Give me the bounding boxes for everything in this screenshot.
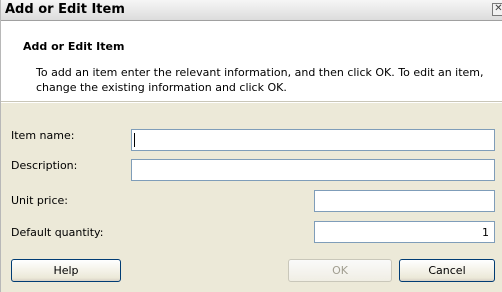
default-quantity-input[interactable] [314,221,495,243]
banner-title: Add or Edit Item [23,40,125,53]
divider [1,102,502,103]
window-title: Add or Edit Item [5,2,125,17]
close-icon[interactable]: ✕ [492,3,502,16]
item-name-label: Item name: [11,129,75,142]
item-name-input[interactable] [131,129,495,151]
banner-description: To add an item enter the relevant inform… [36,66,484,94]
add-edit-item-dialog: Add or Edit Item ✕ Add or Edit Item To a… [0,0,502,292]
text-cursor [134,133,135,147]
unit-price-input[interactable] [314,190,495,212]
header-banner: Add or Edit Item To add an item enter th… [1,21,502,102]
description-label: Description: [11,159,78,172]
default-quantity-label: Default quantity: [11,226,104,239]
title-bar[interactable]: Add or Edit Item ✕ [1,0,502,21]
ok-button[interactable]: OK [288,259,392,282]
unit-price-label: Unit price: [11,194,68,207]
cancel-button[interactable]: Cancel [399,259,495,282]
description-input[interactable] [131,159,495,181]
help-button[interactable]: Help [11,259,121,282]
